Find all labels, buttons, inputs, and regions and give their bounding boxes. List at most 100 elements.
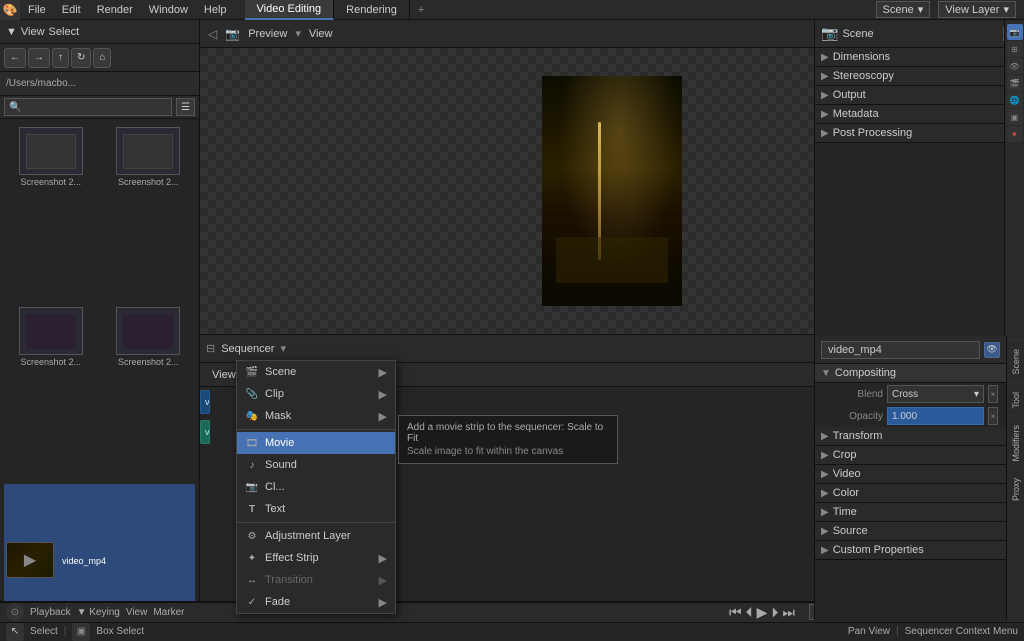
section-video[interactable]: ▶ Video [815, 465, 1006, 484]
skip-end-btn[interactable]: ⏭ [782, 604, 795, 621]
menu-item-adjustment[interactable]: ⚙ Adjustment Layer [237, 525, 395, 547]
props-tab-obj[interactable]: ▣ [1007, 109, 1023, 125]
props-tab-world[interactable]: 🌐 [1007, 92, 1023, 108]
opacity-reset-btn[interactable]: × [988, 407, 998, 425]
section-custom-properties[interactable]: ▶ Custom Properties [815, 541, 1006, 560]
blend-reset-btn[interactable]: × [988, 385, 998, 403]
tab-add[interactable]: + [410, 4, 432, 16]
left-panel-menu-view[interactable]: ▼ [6, 26, 17, 38]
marker-label[interactable]: Marker [153, 607, 184, 618]
home-btn[interactable]: ⌂ [93, 48, 111, 68]
playback-controls: ⏮ ⏴ ▶ ⏵ ⏭ [729, 604, 795, 621]
view-layer-label: View Layer [945, 4, 999, 16]
preview-view-label[interactable]: View [309, 28, 333, 40]
playback-menu-btn[interactable]: ⊙ [6, 603, 24, 621]
list-item[interactable]: Screenshot 2... [4, 123, 98, 299]
select-tool-icon[interactable]: ↖ [6, 623, 24, 641]
side-tab-tool[interactable]: Tool [1009, 383, 1023, 417]
nav-up-btn[interactable]: ↑ [52, 48, 69, 68]
side-tab-modifiers[interactable]: Modifiers [1009, 416, 1023, 470]
menu-item-movie[interactable]: 🎞 Movie [237, 432, 395, 454]
section-color[interactable]: ▶ Color [815, 484, 1006, 503]
blend-select[interactable]: Cross ▾ [887, 385, 984, 403]
tab-rendering[interactable]: Rendering [334, 0, 410, 20]
view-label[interactable]: View [126, 607, 148, 618]
section-transform[interactable]: ▶ Transform [815, 427, 1006, 446]
movie-tooltip: Add a movie strip to the sequencer: Scal… [398, 415, 618, 464]
scene-selector[interactable]: Scene ▾ [876, 1, 931, 18]
refresh-btn[interactable]: ↻ [71, 48, 91, 68]
file-label: Screenshot 2... [20, 357, 81, 367]
search-input[interactable]: 🔍 [4, 98, 172, 116]
opacity-prop: Opacity 1.000 × [815, 405, 1006, 427]
list-item[interactable]: Screenshot 2... [102, 303, 196, 479]
section-crop[interactable]: ▶ Crop [815, 446, 1006, 465]
menu-render[interactable]: Render [89, 0, 141, 19]
menu-item-transition[interactable]: ↔ Transition ▶ [237, 569, 395, 591]
skip-start-btn[interactable]: ⏮ [729, 604, 742, 621]
menu-window[interactable]: Window [141, 0, 196, 19]
props-tab-scene[interactable]: 🎬 [1007, 75, 1023, 91]
playback-icon: ⊙ [11, 607, 19, 618]
nav-forward-btn[interactable]: → [28, 48, 50, 68]
menu-item-text[interactable]: T Text [237, 498, 395, 520]
nav-back-btn[interactable]: ← [4, 48, 26, 68]
track-strip-video-001[interactable]: video_001 | /Users/macbook/Desktop/video… [200, 420, 210, 444]
menu-edit[interactable]: Edit [54, 0, 89, 19]
section-output[interactable]: ▶ Output [815, 86, 1004, 105]
section-compositing[interactable]: ▼ Compositing [815, 364, 1006, 383]
strip-visibility-btn[interactable]: 👁 [984, 342, 1000, 358]
list-item[interactable]: Screenshot 2... [4, 303, 98, 479]
context-menu-label[interactable]: Sequencer Context Menu [905, 626, 1018, 637]
render-sections: ▶ Dimensions ▶ Stereoscopy ▶ Output ▶ Me… [815, 48, 1004, 143]
list-item[interactable]: Screenshot 2... [102, 123, 196, 299]
track-strip-video-mp4[interactable]: video_mp4 | /Users/macbook/Desktop/video… [200, 390, 210, 414]
box-select-icon[interactable]: ▣ [72, 623, 90, 641]
section-dimensions[interactable]: ▶ Dimensions [815, 48, 1004, 67]
side-tab-scene[interactable]: Scene [1009, 340, 1023, 383]
menu-item-sound[interactable]: ♪ Sound [237, 454, 395, 476]
select-label[interactable]: Select [30, 626, 58, 637]
props-tab-particles[interactable]: ⁕ [1007, 126, 1023, 142]
prev-frame-btn[interactable]: ⏴ [746, 604, 753, 621]
keying-label[interactable]: ▼ Keying [77, 607, 120, 618]
box-select-label[interactable]: Box Select [96, 626, 144, 637]
menu-file[interactable]: File [20, 0, 54, 19]
props-tab-output[interactable]: ⊞ [1007, 41, 1023, 57]
pan-view-label[interactable]: Pan View [848, 626, 890, 637]
menu-item-effect-strip[interactable]: ✦ Effect Strip ▶ [237, 547, 395, 569]
view-layer-selector[interactable]: View Layer ▾ [938, 1, 1016, 18]
tab-video-editing[interactable]: Video Editing [245, 0, 335, 20]
props-tab-view[interactable]: 👁 [1007, 58, 1023, 74]
props-tab-render[interactable]: 📷 [1007, 24, 1023, 40]
top-menubar: 🎨 File Edit Render Window Help Video Edi… [0, 0, 1024, 20]
side-tab-proxy[interactable]: Proxy [1009, 470, 1023, 509]
post-processing-label: Post Processing [833, 127, 912, 139]
left-panel-menu-view-label[interactable]: View [21, 26, 45, 38]
section-stereoscopy[interactable]: ▶ Stereoscopy [815, 67, 1004, 86]
seq-dropdown[interactable]: ▾ [280, 342, 286, 355]
preview-camera-icon: 📷 [225, 27, 240, 41]
menu-item-scene[interactable]: 🎬 Scene ▶ [237, 361, 395, 383]
menu-item-clip[interactable]: 📎 Clip ▶ [237, 383, 395, 405]
menu-item-fade[interactable]: ✓ Fade ▶ [237, 591, 395, 613]
left-panel-menu-select[interactable]: Select [49, 26, 80, 38]
menu-help[interactable]: Help [196, 0, 235, 19]
section-post-processing[interactable]: ▶ Post Processing [815, 124, 1004, 143]
play-btn[interactable]: ▶ [757, 604, 768, 621]
seq-title[interactable]: Sequencer [221, 343, 274, 355]
menu-divider-2 [237, 522, 395, 523]
filter-btn[interactable]: ☰ [176, 98, 195, 116]
effect-strip-menu-icon: ✦ [245, 551, 259, 565]
playback-label[interactable]: Playback [30, 607, 71, 618]
strip-name-input[interactable] [821, 341, 980, 359]
section-source[interactable]: ▶ Source [815, 522, 1006, 541]
menu-item-mask[interactable]: 🎭 Mask ▶ [237, 405, 395, 427]
path-bar[interactable]: /Users/macbo... [0, 72, 199, 96]
section-time[interactable]: ▶ Time [815, 503, 1006, 522]
preview-dropdown-icon[interactable]: ▾ [295, 27, 301, 40]
section-metadata[interactable]: ▶ Metadata [815, 105, 1004, 124]
opacity-value[interactable]: 1.000 [887, 407, 984, 425]
menu-item-cl[interactable]: 📷 Cl... [237, 476, 395, 498]
next-frame-btn[interactable]: ⏵ [771, 604, 778, 621]
